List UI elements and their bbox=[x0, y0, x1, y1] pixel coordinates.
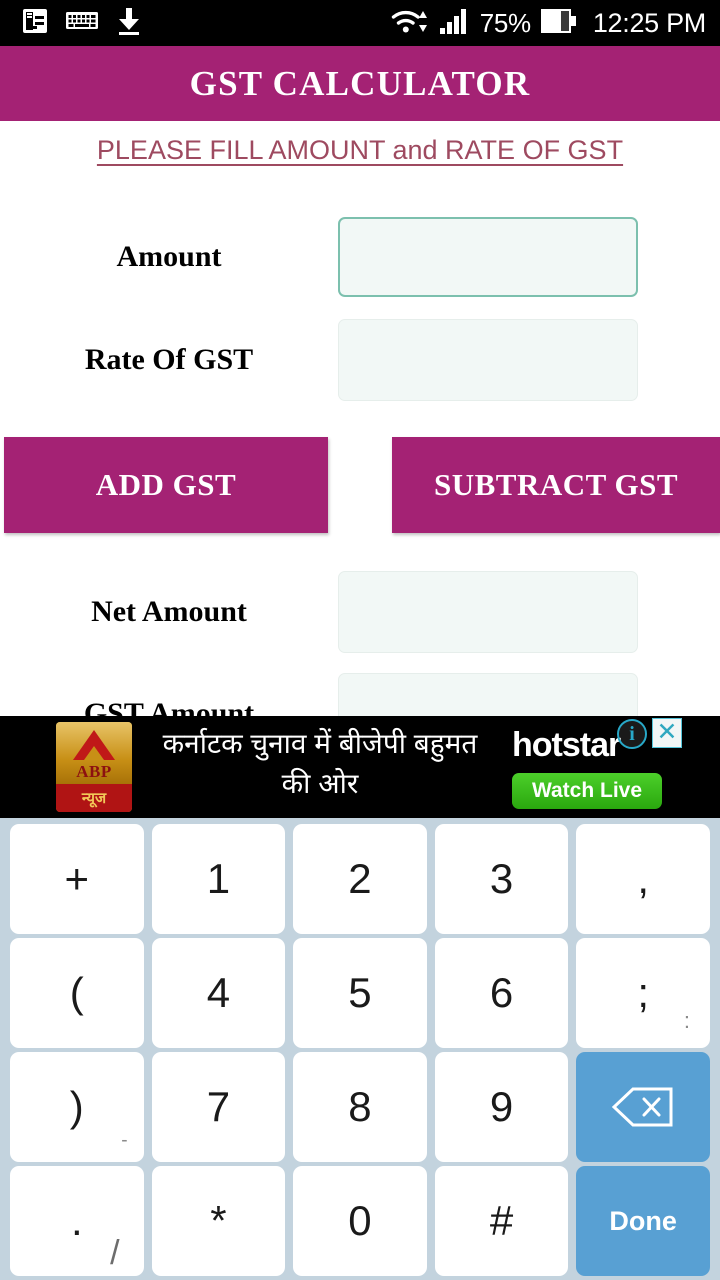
ad-headline-line2: की ओर bbox=[281, 768, 359, 799]
key-6[interactable]: 6 bbox=[434, 938, 569, 1048]
signal-icon bbox=[439, 7, 470, 40]
advertiser-name: ABP bbox=[76, 762, 112, 781]
label-amount: Amount bbox=[116, 240, 222, 273]
action-button-row: ADD GST SUBTRACT GST bbox=[0, 437, 720, 533]
advertiser-logo: ABP न्यूज bbox=[56, 722, 132, 812]
key-plus[interactable]: + bbox=[10, 824, 144, 934]
backspace-icon bbox=[611, 1086, 675, 1128]
status-bar-right-icons: 75% 12:25 PM bbox=[390, 6, 720, 41]
battery-icon bbox=[540, 8, 577, 39]
abp-arrow-notch bbox=[84, 746, 104, 760]
main-content: PLEASE FILL AMOUNT and RATE OF GST Amoun… bbox=[0, 121, 720, 716]
field-row-rate-of-gst: Rate Of GST bbox=[0, 319, 720, 401]
input-amount[interactable] bbox=[338, 217, 638, 297]
key-asterisk[interactable]: * bbox=[151, 1166, 286, 1276]
label-gst-amount: GST Amount bbox=[83, 697, 255, 716]
status-bar: 75% 12:25 PM bbox=[0, 0, 720, 46]
ad-headline: कर्नाटक चुनाव में बीजेपी बहुमत की ओर bbox=[150, 724, 490, 804]
numeric-keyboard: + 1 2 3 , ( 4 5 6 ; : ) - 7 8 9 . / * 0 … bbox=[0, 818, 720, 1280]
label-net-amount: Net Amount bbox=[91, 595, 247, 628]
key-3[interactable]: 3 bbox=[434, 824, 569, 934]
key-semicolon-main: ; bbox=[637, 969, 649, 1016]
key-5[interactable]: 5 bbox=[293, 938, 427, 1048]
field-row-gst-amount: GST Amount bbox=[0, 673, 720, 716]
key-0[interactable]: 0 bbox=[293, 1166, 427, 1276]
ad-cta-button[interactable]: Watch Live bbox=[512, 773, 662, 809]
keyboard-row-1: + 1 2 3 , bbox=[6, 824, 714, 934]
ad-headline-line1: कर्नाटक चुनाव में बीजेपी बहुमत bbox=[162, 728, 478, 759]
key-close-paren[interactable]: ) - bbox=[10, 1052, 144, 1162]
key-semicolon-alt: : bbox=[683, 1008, 690, 1033]
keyboard-row-4: . / * 0 # Done bbox=[6, 1166, 714, 1276]
field-row-net-amount: Net Amount bbox=[0, 571, 720, 653]
key-close-paren-main: ) bbox=[69, 1083, 84, 1130]
key-period-main: . bbox=[70, 1197, 83, 1244]
key-8[interactable]: 8 bbox=[293, 1052, 427, 1162]
key-9[interactable]: 9 bbox=[434, 1052, 569, 1162]
wifi-icon bbox=[390, 6, 430, 41]
key-2[interactable]: 2 bbox=[293, 824, 427, 934]
key-comma[interactable]: , bbox=[576, 824, 710, 934]
key-hash[interactable]: # bbox=[434, 1166, 569, 1276]
instruction-text: PLEASE FILL AMOUNT and RATE OF GST bbox=[96, 135, 624, 165]
app-title: GST CALCULATOR bbox=[189, 63, 531, 103]
app-title-bar: GST CALCULATOR bbox=[0, 46, 720, 121]
keyboard-row-3: ) - 7 8 9 bbox=[6, 1052, 714, 1162]
advertiser-sub-name: न्यूज bbox=[56, 784, 132, 812]
keyboard-row-2: ( 4 5 6 ; : bbox=[6, 938, 714, 1048]
phone-screen: 75% 12:25 PM GST CALCULATOR PLEASE FILL … bbox=[0, 0, 720, 1280]
key-close-paren-alt: - bbox=[121, 1130, 128, 1151]
clock-label: 12:25 PM bbox=[592, 7, 706, 38]
key-7[interactable]: 7 bbox=[151, 1052, 286, 1162]
close-icon[interactable]: ✕ bbox=[652, 718, 682, 748]
key-period-alt: / bbox=[110, 1234, 120, 1272]
instruction-wrap: PLEASE FILL AMOUNT and RATE OF GST bbox=[0, 121, 720, 166]
advertiser-logo-top: ABP bbox=[56, 722, 132, 784]
notes-icon bbox=[22, 7, 48, 40]
key-open-paren[interactable]: ( bbox=[10, 938, 144, 1048]
key-semicolon[interactable]: ; : bbox=[576, 938, 710, 1048]
done-key[interactable]: Done bbox=[576, 1166, 710, 1276]
status-bar-left-icons bbox=[0, 6, 142, 41]
input-net-amount[interactable] bbox=[338, 571, 638, 653]
download-icon bbox=[116, 6, 142, 41]
label-rate-of-gst: Rate Of GST bbox=[84, 343, 254, 376]
battery-percent-label: 75% bbox=[479, 7, 531, 38]
ad-banner[interactable]: ABP न्यूज कर्नाटक चुनाव में बीजेपी बहुमत… bbox=[0, 716, 720, 818]
key-1[interactable]: 1 bbox=[151, 824, 286, 934]
add-gst-button[interactable]: ADD GST bbox=[4, 437, 328, 533]
field-row-amount: Amount bbox=[0, 217, 720, 297]
key-period[interactable]: . / bbox=[10, 1166, 144, 1276]
input-rate-of-gst[interactable] bbox=[338, 319, 638, 401]
subtract-gst-button[interactable]: SUBTRACT GST bbox=[392, 437, 720, 533]
backspace-key[interactable] bbox=[576, 1052, 710, 1162]
keyboard-icon bbox=[66, 10, 98, 37]
info-icon[interactable]: i bbox=[617, 719, 647, 749]
input-gst-amount[interactable] bbox=[338, 673, 638, 716]
key-4[interactable]: 4 bbox=[151, 938, 286, 1048]
